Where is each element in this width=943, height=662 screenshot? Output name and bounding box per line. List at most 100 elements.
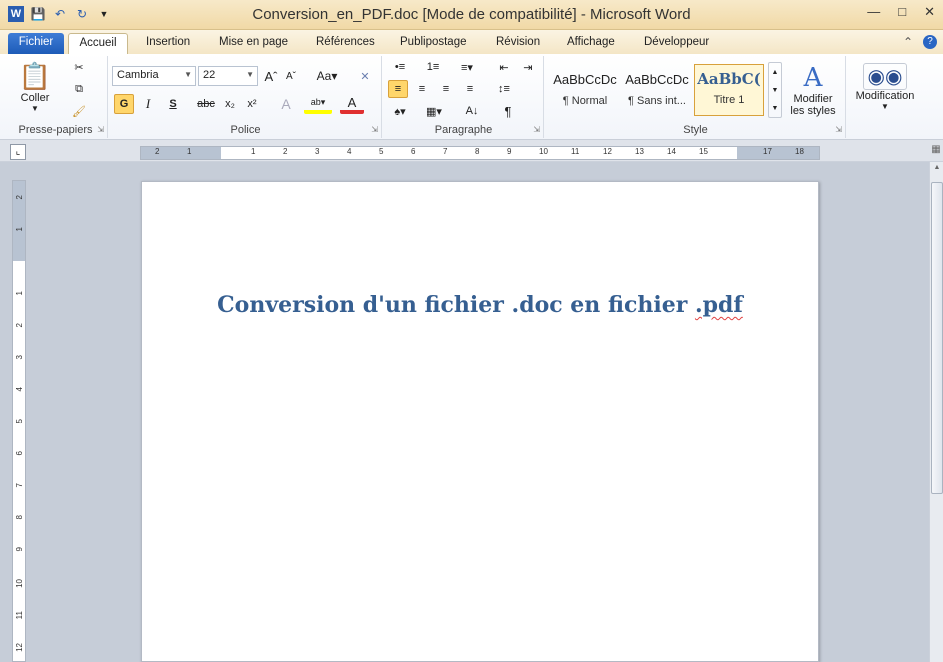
ruler-number: 6 <box>15 451 24 456</box>
multilevel-list-icon[interactable]: ≡▾ <box>454 58 480 76</box>
ruler-number: 11 <box>15 611 24 620</box>
align-right-icon[interactable]: ≡ <box>436 80 456 98</box>
align-left-icon[interactable]: ≡ <box>388 80 408 98</box>
tab-review[interactable]: Révision <box>488 33 548 54</box>
chevron-down-icon: ▼ <box>246 70 254 79</box>
bullets-icon[interactable]: •≡ <box>388 58 412 76</box>
group-label-paragraph: Paragraphe <box>434 124 493 136</box>
window-title: Conversion_en_PDF.doc [Mode de compatibi… <box>252 6 691 23</box>
ruler-number: 14 <box>667 147 676 156</box>
chevron-down-icon: ▼ <box>881 102 889 111</box>
find-button[interactable]: ◉◉ Modification ▼ <box>852 56 918 118</box>
modify-styles-button[interactable]: A Modifier les styles <box>784 58 842 122</box>
ruler-number: 3 <box>315 147 320 156</box>
dialog-launcher-icon[interactable]: ⇲ <box>371 125 378 134</box>
superscript-icon[interactable]: x² <box>242 94 262 114</box>
tab-selector-icon[interactable]: ⌞ <box>10 144 26 160</box>
ruler-number: 6 <box>411 147 416 156</box>
collapse-ribbon-icon[interactable]: ⌃ <box>903 35 913 49</box>
ruler-number: 4 <box>347 147 352 156</box>
increase-indent-icon[interactable]: ⇥ <box>518 58 538 76</box>
bold-button[interactable]: G <box>114 94 134 114</box>
highlight-icon[interactable]: ab▾ <box>304 94 332 114</box>
strikethrough-button[interactable]: abc <box>194 94 218 114</box>
chevron-down-icon: ▼ <box>771 86 779 94</box>
group-font: Cambria ▼ 22 ▼ Aˆ Aˇ Aa▾ ✕ G I S abc x₂ x²… <box>110 56 382 138</box>
vertical-scrollbar[interactable]: ▲ <box>929 162 943 662</box>
ruler-number: 12 <box>15 643 24 652</box>
ruler-number: 2 <box>15 323 24 328</box>
paste-button[interactable]: 📋 Coller ▼ <box>8 58 62 116</box>
ruler-number: 9 <box>15 547 24 552</box>
font-size-combo[interactable]: 22 ▼ <box>198 66 258 86</box>
styles-scroll[interactable]: ▲ ▼ ▼ <box>768 62 782 118</box>
vertical-ruler[interactable]: 2 1 1 2 3 4 5 6 7 8 9 10 11 12 <box>12 180 26 662</box>
scrollbar-thumb[interactable] <box>931 182 943 494</box>
maximize-icon[interactable]: □ <box>898 4 906 20</box>
change-case-icon[interactable]: Aa▾ <box>314 66 340 86</box>
sort-icon[interactable]: A↓ <box>462 102 482 120</box>
document-heading[interactable]: Conversion d'un fichier .doc en fichier … <box>142 292 818 318</box>
ruler-number: 7 <box>443 147 448 156</box>
dialog-launcher-icon[interactable]: ⇲ <box>97 125 104 134</box>
shrink-font-icon[interactable]: Aˇ <box>282 66 300 86</box>
grow-font-icon[interactable]: Aˆ <box>262 66 280 86</box>
ruler-number: 5 <box>15 419 24 424</box>
decrease-indent-icon[interactable]: ⇤ <box>494 58 514 76</box>
tab-references[interactable]: Références <box>308 33 383 54</box>
justify-icon[interactable]: ≡ <box>460 80 480 98</box>
show-formatting-icon[interactable]: ¶ <box>498 102 518 120</box>
view-ruler-icon[interactable]: ▦ <box>929 144 943 160</box>
font-color-icon[interactable]: A <box>340 94 364 114</box>
tab-developer[interactable]: Développeur <box>636 33 717 54</box>
italic-button[interactable]: I <box>138 94 158 114</box>
tab-home[interactable]: Accueil <box>68 33 128 54</box>
tab-insert[interactable]: Insertion <box>138 33 198 54</box>
group-label-styles: Style <box>683 124 708 136</box>
top-margin-area <box>13 181 25 261</box>
title-bar: W 💾 ↶ ↻ ▼ Conversion_en_PDF.doc [Mode de… <box>0 0 943 30</box>
ruler-number: 18 <box>795 147 804 156</box>
clear-formatting-icon[interactable]: ✕ <box>354 66 376 86</box>
font-name-combo[interactable]: Cambria ▼ <box>112 66 196 86</box>
ruler-number: 1 <box>15 227 24 232</box>
style-heading-1[interactable]: AaBbC( Titre 1 <box>694 64 764 116</box>
subscript-icon[interactable]: x₂ <box>220 94 240 114</box>
style-normal[interactable]: AaBbCcDc ¶ Normal <box>550 64 620 116</box>
left-margin-area <box>141 147 221 159</box>
ribbon-controls: ⌃ ? <box>903 35 937 49</box>
minimize-icon[interactable]: — <box>867 4 880 20</box>
tab-mailings[interactable]: Publipostage <box>392 33 475 54</box>
scroll-up-icon[interactable]: ▲ <box>931 164 943 178</box>
help-icon[interactable]: ? <box>923 35 937 49</box>
line-spacing-icon[interactable]: ↕≡ <box>492 80 516 98</box>
ruler-number: 1 <box>15 291 24 296</box>
document-page[interactable]: Conversion d'un fichier .doc en fichier … <box>141 181 819 662</box>
ruler-number: 1 <box>187 147 192 156</box>
horizontal-ruler[interactable]: 2 1 1 2 3 4 5 6 7 8 9 10 11 12 13 14 15 … <box>140 146 820 160</box>
chevron-up-icon: ▲ <box>771 68 779 76</box>
close-icon[interactable]: ✕ <box>924 4 935 20</box>
dialog-launcher-icon[interactable]: ⇲ <box>835 125 842 134</box>
cut-icon[interactable]: ✂ <box>68 58 90 76</box>
window-controls: — □ ✕ <box>867 4 935 20</box>
ruler-number: 2 <box>283 147 288 156</box>
style-no-spacing[interactable]: AaBbCcDc ¶ Sans int... <box>622 64 692 116</box>
shading-icon[interactable]: ♠▾ <box>388 102 412 120</box>
ruler-number: 2 <box>15 195 24 200</box>
copy-icon[interactable]: ⧉ <box>68 80 90 98</box>
ruler-number: 1 <box>251 147 256 156</box>
borders-icon[interactable]: ▦▾ <box>420 102 448 120</box>
underline-button[interactable]: S <box>162 94 184 114</box>
numbering-icon[interactable]: 1≡ <box>420 58 446 76</box>
group-editing: ◉◉ Modification ▼ <box>848 56 922 138</box>
heading-text-misspelled: .pdf <box>694 292 743 318</box>
tab-file[interactable]: Fichier <box>8 33 64 54</box>
format-painter-icon[interactable]: 🖌 <box>68 102 90 120</box>
tab-view[interactable]: Affichage <box>559 33 623 54</box>
dialog-launcher-icon[interactable]: ⇲ <box>533 125 540 134</box>
align-center-icon[interactable]: ≡ <box>412 80 432 98</box>
tab-page-layout[interactable]: Mise en page <box>211 33 296 54</box>
text-effects-icon[interactable]: A <box>274 94 298 114</box>
group-label-clipboard: Presse-papiers <box>18 124 93 136</box>
